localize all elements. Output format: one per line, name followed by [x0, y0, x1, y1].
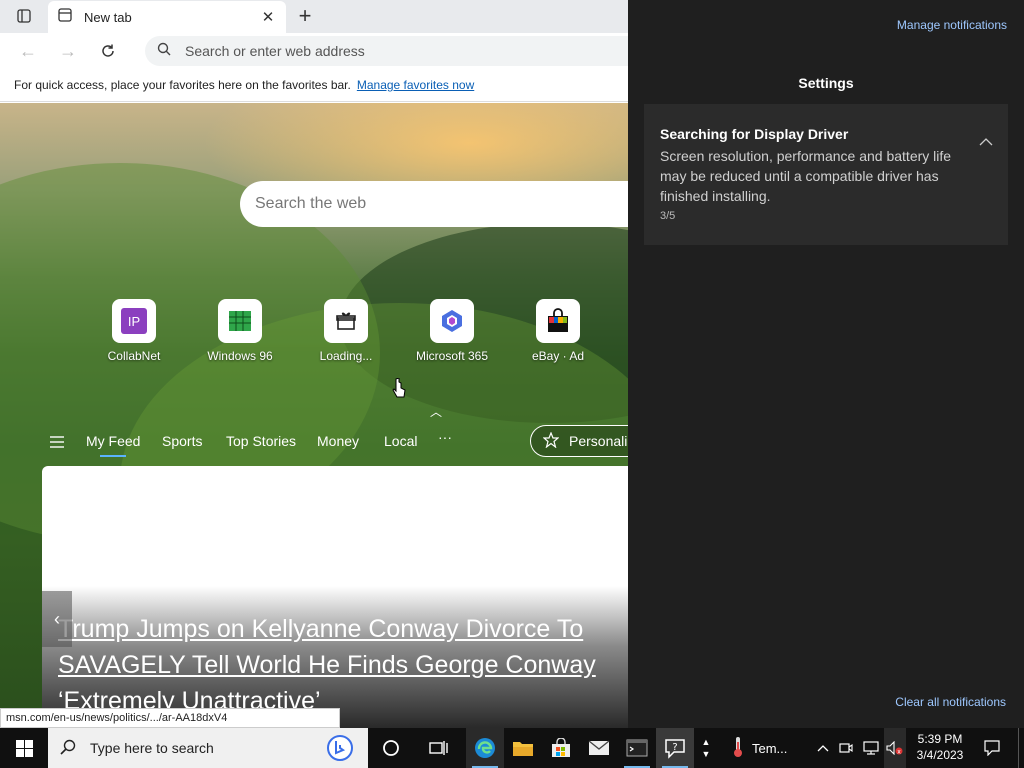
close-icon[interactable]: ✕	[260, 8, 276, 26]
manage-favorites-link[interactable]: Manage favorites now	[357, 78, 474, 92]
quick-link-windows-96[interactable]: Windows 96	[190, 299, 290, 363]
volume-muted-icon[interactable]: x	[884, 728, 906, 768]
svg-text:x: x	[897, 749, 901, 756]
quick-link-label: CollabNet	[107, 349, 161, 363]
web-search-placeholder: Search the web	[255, 195, 367, 212]
address-input[interactable]	[185, 43, 585, 59]
bing-icon[interactable]	[326, 734, 354, 765]
chevron-left-icon: ‹	[54, 608, 60, 629]
file-explorer-icon[interactable]	[504, 728, 542, 768]
feed-tab-sports[interactable]: Sports	[162, 433, 202, 449]
new-tab-plus-icon[interactable]: +	[291, 2, 319, 30]
taskbar: Type here to search ? ▲ ▼ Tem... x 5:39 …	[0, 728, 1024, 768]
chevron-up-icon[interactable]: ▲	[702, 736, 711, 748]
thermometer-icon	[732, 736, 744, 761]
carousel-prev-button[interactable]: ‹	[42, 591, 72, 647]
quick-links: IP CollabNet Windows 96 Loading... Micro…	[0, 299, 628, 369]
browser-toolbar: ← →	[0, 33, 628, 69]
network-icon[interactable]	[862, 728, 880, 768]
feed-tab-local[interactable]: Local	[384, 433, 417, 449]
search-icon	[60, 739, 76, 758]
quick-link-collabnet[interactable]: IP CollabNet	[84, 299, 184, 363]
quick-link-label: eBay · Ad	[531, 349, 585, 363]
weather-widget[interactable]: Tem...	[726, 728, 816, 768]
address-bar[interactable]	[145, 36, 628, 66]
personalize-label: Personali	[569, 433, 628, 449]
chevron-down-icon[interactable]: ▼	[702, 748, 711, 760]
tab-page-icon	[58, 7, 72, 27]
weather-label: Tem...	[752, 740, 788, 756]
notification-body: Screen resolution, performance and batte…	[660, 148, 952, 204]
windows-start-icon[interactable]	[0, 728, 48, 768]
news-card[interactable]: Trump Jumps on Kellyanne Conway Divorce …	[42, 466, 628, 728]
browser-window: New tab ✕ + ← → For quick access, place …	[0, 0, 628, 728]
microsoft-store-icon[interactable]	[542, 728, 580, 768]
notification-title: Searching for Display Driver	[660, 126, 849, 142]
notifications-icon[interactable]	[978, 728, 1006, 768]
meet-now-icon[interactable]	[838, 728, 854, 768]
task-view-icon[interactable]	[420, 728, 458, 768]
news-headline[interactable]: Trump Jumps on Kellyanne Conway Divorce …	[58, 611, 628, 719]
forward-arrow-icon[interactable]: →	[48, 33, 88, 69]
get-help-icon[interactable]: ?	[656, 728, 694, 768]
edge-icon[interactable]	[466, 728, 504, 768]
manage-notifications-link[interactable]: Manage notifications	[897, 18, 1007, 32]
favorites-bar: For quick access, place your favorites h…	[0, 69, 628, 102]
tab-strip: New tab ✕ +	[0, 0, 628, 33]
tab-new-tab[interactable]: New tab ✕	[48, 1, 286, 33]
show-desktop-divider[interactable]	[1018, 728, 1019, 768]
notification-group-title: Settings	[798, 75, 854, 91]
mouse-cursor-icon	[392, 377, 406, 405]
action-center: Manage notifications Settings Searching …	[628, 0, 1024, 728]
clear-all-notifications-link[interactable]: Clear all notifications	[895, 695, 1006, 709]
hamburger-menu-icon[interactable]	[50, 435, 64, 451]
shopping-bag-icon	[536, 299, 580, 343]
taskbar-clock[interactable]: 5:39 PM 3/4/2023	[908, 731, 972, 763]
notification-card[interactable]: Searching for Display Driver Screen reso…	[644, 104, 1008, 245]
chevron-up-icon[interactable]: ︿	[430, 403, 442, 420]
tab-actions-icon[interactable]	[10, 2, 38, 30]
feed-tab-top-stories[interactable]: Top Stories	[226, 433, 296, 449]
tab-title: New tab	[84, 9, 132, 25]
taskbar-scroll[interactable]: ▲ ▼	[698, 728, 714, 768]
clock-date: 3/4/2023	[916, 748, 964, 762]
mail-icon[interactable]	[580, 728, 618, 768]
quick-link-loading[interactable]: Loading...	[296, 299, 396, 363]
quick-link-label: Microsoft 365	[415, 349, 489, 363]
cortana-icon[interactable]	[372, 728, 410, 768]
back-arrow-icon[interactable]: ←	[8, 33, 48, 69]
favorites-hint: For quick access, place your favorites h…	[14, 78, 351, 92]
new-tab-page: Search the web IP CollabNet Windows 96 L…	[0, 103, 628, 728]
more-icon[interactable]: ···	[438, 429, 452, 445]
feed-tab-money[interactable]: Money	[317, 433, 359, 449]
gift-icon	[324, 299, 368, 343]
search-icon	[157, 42, 171, 61]
notification-count: 3/5	[660, 210, 676, 222]
chevron-up-icon[interactable]	[978, 134, 994, 150]
terminal-icon[interactable]	[618, 728, 656, 768]
personalize-button[interactable]: Personali	[530, 425, 628, 457]
quick-link-ebay[interactable]: eBay · Ad	[508, 299, 608, 363]
svg-text:?: ?	[672, 742, 677, 753]
feed-tab-my-feed[interactable]: My Feed	[86, 433, 140, 457]
microsoft-365-icon	[430, 299, 474, 343]
star-edit-icon	[542, 430, 560, 451]
refresh-icon[interactable]	[88, 33, 128, 69]
taskbar-search-placeholder: Type here to search	[90, 740, 214, 756]
quick-link-label: Loading...	[319, 349, 373, 363]
quick-link-label: Windows 96	[207, 349, 273, 363]
windows-96-icon	[218, 299, 262, 343]
quick-link-microsoft-365[interactable]: Microsoft 365	[402, 299, 502, 363]
chevron-up-icon[interactable]	[816, 728, 830, 768]
collabnet-icon: IP	[112, 299, 156, 343]
web-search-box[interactable]: Search the web	[240, 181, 628, 227]
status-url: msn.com/en-us/news/politics/.../ar-AA18d…	[0, 708, 340, 728]
taskbar-search-box[interactable]: Type here to search	[48, 728, 368, 768]
clock-time: 5:39 PM	[917, 732, 963, 746]
